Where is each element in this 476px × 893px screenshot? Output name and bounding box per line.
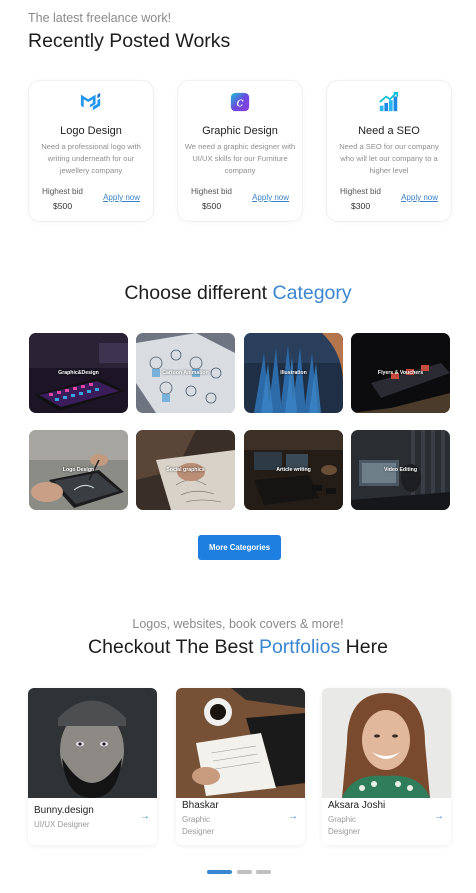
apply-now-link[interactable]: Apply now xyxy=(401,193,438,202)
portfolio-photo-desk xyxy=(176,688,305,798)
portfolio-heading-accent: Portfolios xyxy=(258,636,341,658)
carousel-dot-2[interactable] xyxy=(237,870,252,874)
category-tile-cartoon-animation[interactable]: Cartoon Animation xyxy=(136,333,235,413)
category-tile-video-editing[interactable]: Video Editing xyxy=(351,430,450,510)
work-title: Logo Design xyxy=(60,125,122,137)
work-card-graphic-design[interactable]: c Graphic Design We need a graphic desig… xyxy=(177,80,303,222)
portfolio-name: Bunny.design xyxy=(34,805,94,816)
portfolio-name: Aksara Joshi xyxy=(328,800,386,811)
category-heading: Choose different Category xyxy=(0,282,476,305)
portfolio-role: UI/UX Designer xyxy=(34,820,90,829)
arrow-right-icon[interactable]: → xyxy=(288,811,298,822)
mui-logo-icon xyxy=(80,92,101,111)
portfolio-heading-suffix: Here xyxy=(345,636,388,658)
portfolio-card-bhaskar[interactable]: Bhaskar Graphic Designer → xyxy=(176,688,305,845)
bid-label: Highest bid xyxy=(42,187,83,196)
work-title: Graphic Design xyxy=(202,125,278,137)
work-title: Need a SEO xyxy=(358,125,420,137)
svg-text:c: c xyxy=(236,96,243,111)
work-description: We need a graphic designer with UI/UX sk… xyxy=(184,142,296,176)
category-label: Flyers & Vouchers xyxy=(377,370,424,376)
category-heading-accent: Category xyxy=(272,282,352,304)
portfolio-card-bunny-design[interactable]: Bunny.design UI/UX Designer → xyxy=(28,688,157,845)
category-heading-prefix: Choose different xyxy=(124,282,268,304)
work-description: Need a SEO for our company who will let … xyxy=(339,142,439,176)
portfolio-role-line1: Graphic xyxy=(328,815,357,824)
portfolio-heading-prefix: Checkout The Best xyxy=(88,636,254,658)
portfolio-heading: Checkout The Best Portfolios Here xyxy=(0,636,476,659)
portfolio-role-line2: Designer xyxy=(328,827,361,836)
bid-value: $300 xyxy=(351,201,371,211)
carousel-dot-3[interactable] xyxy=(256,870,271,874)
seo-chart-icon xyxy=(379,92,399,112)
portfolio-card-aksara-joshi[interactable]: Aksara Joshi Graphic Designer → xyxy=(322,688,451,845)
work-description: Need a professional logo with writing un… xyxy=(41,142,141,176)
apply-now-link[interactable]: Apply now xyxy=(103,193,140,202)
more-categories-button[interactable]: More Categories xyxy=(198,535,281,560)
bid-label: Highest bid xyxy=(191,187,232,196)
category-tile-graphic-design[interactable]: Graphic&Design xyxy=(29,333,128,413)
category-label: Logo Design xyxy=(62,467,95,473)
category-label: Video Editing xyxy=(383,467,418,473)
category-label: Graphic&Design xyxy=(58,370,99,376)
bid-value: $500 xyxy=(202,201,222,211)
portfolio-photo-bearded-man xyxy=(28,688,157,798)
portfolio-photo-woman xyxy=(322,688,451,798)
category-label: Cartoon Animation xyxy=(162,370,209,376)
apply-now-link[interactable]: Apply now xyxy=(252,193,289,202)
category-tile-logo-design[interactable]: Logo Design xyxy=(29,430,128,510)
portfolio-name: Bhaskar xyxy=(182,800,219,811)
carousel-dot-1[interactable] xyxy=(207,870,232,874)
category-label: Social graphics xyxy=(166,467,205,473)
category-tile-illustration[interactable]: Illustration xyxy=(244,333,343,413)
recent-kicker: The latest freelance work! xyxy=(28,11,172,25)
category-label: Illustration xyxy=(280,370,307,376)
recent-title: Recently Posted Works xyxy=(28,30,231,52)
work-card-logo-design[interactable]: Logo Design Need a professional logo wit… xyxy=(28,80,154,222)
portfolio-role-line2: Designer xyxy=(182,827,215,836)
category-tile-article-writing[interactable]: Article writing xyxy=(244,430,343,510)
arrow-right-icon[interactable]: → xyxy=(434,811,444,822)
work-card-seo[interactable]: Need a SEO Need a SEO for our company wh… xyxy=(326,80,452,222)
category-tile-social-graphics[interactable]: Social graphics xyxy=(136,430,235,510)
bid-value: $500 xyxy=(53,201,73,211)
portfolio-kicker: Logos, websites, book covers & more! xyxy=(132,617,344,631)
category-tile-flyers-vouchers[interactable]: Flyers & Vouchers xyxy=(351,333,450,413)
category-label: Article writing xyxy=(276,467,311,473)
portfolio-role-line1: Graphic xyxy=(182,815,211,824)
canva-logo-icon: c xyxy=(230,92,250,112)
arrow-right-icon[interactable]: → xyxy=(140,811,150,822)
bid-label: Highest bid xyxy=(340,187,381,196)
